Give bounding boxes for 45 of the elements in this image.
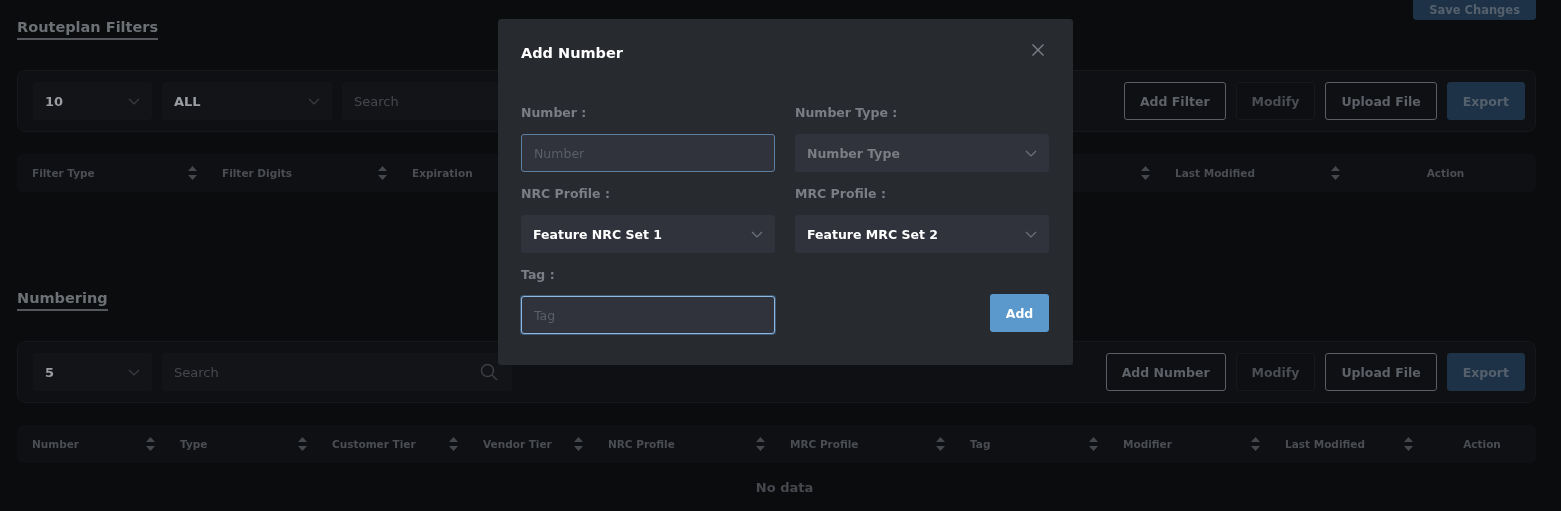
toolbar-button[interactable]: Upload File — [1325, 353, 1437, 391]
section-title: Routeplan Filters — [17, 19, 159, 40]
field-label: MRC Profile : — [795, 186, 887, 203]
toolbar-button: Modify — [1235, 82, 1316, 120]
empty-message: No data — [754, 480, 815, 495]
select-dropdown[interactable]: ALL — [162, 82, 332, 120]
column-header[interactable]: Type — [180, 438, 208, 450]
column-header[interactable]: Tag — [970, 438, 991, 450]
column-header[interactable]: Action — [1463, 438, 1501, 450]
close-icon[interactable] — [1032, 44, 1044, 56]
toolbar-button[interactable]: Add Filter — [1123, 82, 1226, 120]
dialog-title: Add Number — [521, 45, 623, 61]
column-header[interactable]: NRC Profile — [608, 438, 675, 450]
column-header[interactable]: Customer Tier — [332, 438, 416, 450]
chevron-down-icon — [308, 97, 320, 105]
toolbar-button[interactable]: Upload File — [1325, 82, 1437, 120]
column-header[interactable]: Filter Type — [32, 167, 95, 179]
column-header[interactable]: Filter Digits — [222, 167, 293, 179]
column-header[interactable]: Number — [32, 438, 80, 450]
section-title: Numbering — [17, 290, 108, 311]
column-header[interactable]: MRC Profile — [790, 438, 859, 450]
column-header[interactable]: Modifier — [1123, 438, 1172, 450]
select-dropdown[interactable]: Feature MRC Set 2 — [795, 215, 1049, 253]
field-label: Tag : — [521, 267, 556, 284]
column-header[interactable]: Last Modified — [1175, 167, 1255, 179]
select-dropdown[interactable]: Number Type — [795, 134, 1049, 172]
chevron-down-icon — [751, 230, 763, 238]
column-header[interactable]: Action — [1426, 167, 1465, 179]
search-icon — [480, 363, 498, 381]
column-header[interactable]: Last Modified — [1285, 438, 1365, 450]
select-dropdown[interactable]: Feature NRC Set 1 — [521, 215, 775, 253]
toolbar-button[interactable]: Add Number — [1105, 353, 1226, 391]
field-label: Number : — [521, 105, 588, 122]
chevron-down-icon — [1025, 230, 1037, 238]
field-label: Number Type : — [795, 105, 899, 122]
chevron-down-icon — [128, 368, 140, 376]
add-button[interactable]: Add — [990, 294, 1049, 332]
select-dropdown[interactable]: 5 — [33, 353, 152, 391]
toolbar-button: Modify — [1235, 353, 1316, 391]
column-header[interactable]: Expiration — [412, 167, 473, 179]
select-dropdown[interactable]: 10 — [33, 82, 152, 120]
field-label: NRC Profile : — [521, 186, 611, 203]
chevron-down-icon — [1025, 149, 1037, 157]
chevron-down-icon — [128, 97, 140, 105]
column-header[interactable]: Vendor Tier — [483, 438, 552, 450]
